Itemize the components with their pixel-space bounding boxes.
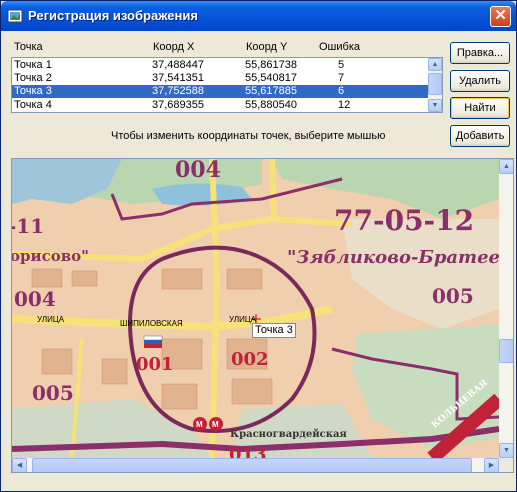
map-station-krasnogvardeyskaya: Красногвардейская bbox=[230, 429, 347, 440]
arrow-up-icon: ▲ bbox=[431, 61, 439, 68]
map-viewer[interactable]: M M 004 004 005 005 001 002 013 -11 77-0… bbox=[11, 158, 514, 473]
map-scroll-left-button[interactable]: ◀ bbox=[12, 458, 27, 472]
arrow-down-icon: ▼ bbox=[431, 102, 439, 109]
svg-text:M: M bbox=[212, 420, 219, 429]
add-button[interactable]: Добавить bbox=[450, 125, 510, 147]
map-scroll-up-button[interactable]: ▲ bbox=[499, 159, 513, 174]
scroll-up-button[interactable]: ▲ bbox=[428, 58, 442, 71]
point-y: 55,617885 bbox=[245, 85, 297, 97]
point-x: 37,752588 bbox=[152, 85, 204, 97]
map-district-left: орисово" bbox=[12, 247, 89, 265]
map-number-005a: 005 bbox=[32, 381, 74, 405]
registration-window: Регистрация изображения ✕ Точка Коорд X … bbox=[0, 0, 517, 492]
map-district-code: 77-05-12 bbox=[334, 204, 475, 237]
point-error: 12 bbox=[338, 99, 351, 111]
column-header-y: Коорд Y bbox=[246, 41, 288, 53]
hint-text: Чтобы изменить координаты точек, выберит… bbox=[111, 130, 386, 142]
column-header-x: Коорд X bbox=[153, 41, 195, 53]
point-x: 37,488447 bbox=[152, 59, 204, 71]
delete-button[interactable]: Удалить bbox=[450, 70, 510, 92]
arrow-right-icon: ▶ bbox=[488, 462, 495, 469]
edit-button[interactable]: Правка... bbox=[450, 42, 510, 64]
column-header-error: Ошибка bbox=[319, 41, 360, 53]
title-bar[interactable]: Регистрация изображения ✕ bbox=[1, 1, 516, 31]
map-horizontal-scrollbar[interactable]: ◀ ▶ bbox=[12, 458, 499, 472]
point-y: 55,880540 bbox=[245, 99, 297, 111]
map-vscroll-thumb[interactable] bbox=[499, 339, 513, 363]
point-name: Точка 4 bbox=[14, 99, 52, 111]
point-y: 55,540817 bbox=[245, 72, 297, 84]
list-item[interactable]: Точка 2 37,541351 55,540817 7 bbox=[12, 72, 429, 85]
marker-label: Точка 3 bbox=[252, 323, 296, 338]
scroll-corner bbox=[499, 458, 513, 472]
close-button[interactable]: ✕ bbox=[490, 6, 511, 27]
list-scrollbar[interactable]: ▲ ▼ bbox=[428, 58, 442, 112]
point-y: 55,861738 bbox=[245, 59, 297, 71]
point-name: Точка 3 bbox=[14, 85, 52, 97]
map-number-001: 001 bbox=[136, 354, 174, 375]
svg-text:M: M bbox=[196, 420, 203, 429]
app-icon bbox=[7, 9, 23, 23]
point-x: 37,689355 bbox=[152, 99, 204, 111]
point-name: Точка 2 bbox=[14, 72, 52, 84]
map-number-11: -11 bbox=[12, 214, 45, 238]
map-vertical-scrollbar[interactable]: ▲ ▼ bbox=[499, 159, 513, 458]
list-item[interactable]: Точка 1 37,488447 55,861738 5 bbox=[12, 59, 429, 72]
map-number-013: 013 bbox=[229, 444, 267, 458]
map-street-shipilovskaya: ШИПИЛОВСКАЯ bbox=[120, 319, 183, 328]
arrow-left-icon: ◀ bbox=[16, 462, 23, 469]
point-name: Точка 1 bbox=[14, 59, 52, 71]
arrow-down-icon: ▼ bbox=[503, 447, 510, 454]
map-image[interactable]: M M 004 004 005 005 001 002 013 -11 77-0… bbox=[12, 159, 499, 458]
map-number-004b: 004 bbox=[14, 287, 56, 311]
column-header-point: Точка bbox=[14, 41, 43, 53]
map-scroll-right-button[interactable]: ▶ bbox=[484, 458, 499, 472]
point-error: 7 bbox=[338, 72, 345, 84]
list-item-selected[interactable]: Точка 3 37,752588 55,617885 6 bbox=[12, 85, 429, 98]
points-list[interactable]: Точка 1 37,488447 55,861738 5 Точка 2 37… bbox=[11, 57, 443, 113]
map-street-ulitsa: УЛИЦА bbox=[37, 315, 65, 324]
map-hscroll-thumb[interactable] bbox=[32, 458, 472, 472]
arrow-up-icon: ▲ bbox=[503, 163, 510, 170]
point-x: 37,541351 bbox=[152, 72, 204, 84]
scroll-down-button[interactable]: ▼ bbox=[428, 99, 442, 112]
find-button[interactable]: Найти bbox=[450, 97, 510, 119]
map-district-name: "Зябликово-Братеево" bbox=[287, 247, 499, 268]
map-number-002: 002 bbox=[231, 349, 269, 370]
window-title: Регистрация изображения bbox=[28, 8, 198, 23]
scroll-thumb[interactable] bbox=[428, 73, 442, 95]
list-item[interactable]: Точка 4 37,689355 55,880540 12 bbox=[12, 99, 429, 112]
point-error: 6 bbox=[338, 85, 345, 97]
map-scroll-down-button[interactable]: ▼ bbox=[499, 443, 513, 458]
map-number-005b: 005 bbox=[432, 284, 474, 308]
map-number-004a: 004 bbox=[175, 159, 221, 183]
point-error: 5 bbox=[338, 59, 345, 71]
close-icon: ✕ bbox=[494, 7, 507, 24]
